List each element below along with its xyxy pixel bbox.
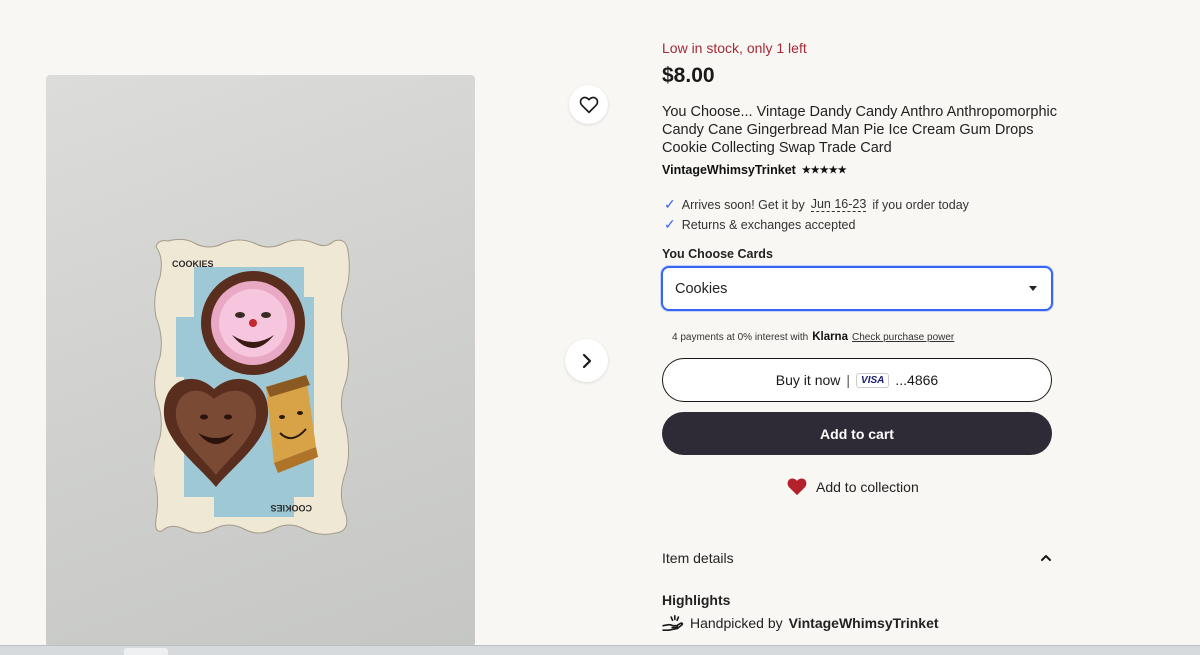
klarna-row: 4 payments at 0% interest with Klarna Ch… <box>672 331 954 343</box>
add-to-collection-button[interactable]: Add to collection <box>786 477 919 496</box>
klarna-check-link[interactable]: Check purchase power <box>852 332 954 343</box>
add-to-cart-label: Add to cart <box>820 425 894 442</box>
buy-now-button[interactable]: Buy it now | VISA ...4866 <box>662 358 1052 402</box>
variant-selected-value: Cookies <box>675 280 728 297</box>
arrival-prefix: Arrives soon! Get it by <box>681 197 805 212</box>
trade-card-photo: COOKIES COOKIES <box>154 238 350 535</box>
returns-text: Returns & exchanges accepted <box>681 217 856 232</box>
arrival-row: ✓ Arrives soon! Get it by Jun 16-23 if y… <box>664 196 969 213</box>
bottom-bar <box>0 645 1200 655</box>
visa-card-icon: VISA <box>856 372 890 388</box>
item-details-title: Item details <box>662 550 734 566</box>
bottom-tab[interactable] <box>124 648 168 655</box>
handpicked-row: Handpicked by VintageWhimsyTrinket <box>662 614 939 632</box>
caret-down-icon <box>1029 286 1037 291</box>
handpicked-seller[interactable]: VintageWhimsyTrinket <box>789 615 939 631</box>
item-details-toggle[interactable]: Item details <box>662 550 1052 566</box>
card-label-top: COOKIES <box>172 259 214 269</box>
next-image-button[interactable] <box>565 339 608 382</box>
stock-status: Low in stock, only 1 left <box>662 40 807 56</box>
klarna-logo: Klarna <box>812 331 848 343</box>
arrival-dates[interactable]: Jun 16-23 <box>810 197 867 212</box>
add-to-collection-label: Add to collection <box>816 478 919 495</box>
chevron-right-icon <box>582 353 591 368</box>
arrival-suffix: if you order today <box>872 197 969 212</box>
variant-label: You Choose Cards <box>662 247 773 261</box>
handpicked-prefix: Handpicked by <box>690 615 783 631</box>
price: $8.00 <box>662 64 715 87</box>
card-label-bottom: COOKIES <box>270 503 312 513</box>
buy-now-separator: | <box>846 372 851 388</box>
returns-row: ✓ Returns & exchanges accepted <box>664 216 855 233</box>
seller-name-link[interactable]: VintageWhimsyTrinket <box>662 163 796 177</box>
seller-row: VintageWhimsyTrinket ★★★★★ <box>662 163 847 177</box>
rating-stars[interactable]: ★★★★★ <box>802 165 847 176</box>
variant-select[interactable]: Cookies <box>661 266 1053 311</box>
add-to-cart-button[interactable]: Add to cart <box>662 412 1052 455</box>
highlights-title: Highlights <box>662 592 731 608</box>
klarna-prefix: 4 payments at 0% interest with <box>672 331 809 343</box>
check-icon: ✓ <box>664 216 676 232</box>
product-image[interactable]: COOKIES COOKIES <box>46 75 475 647</box>
chevron-up-icon <box>1041 555 1051 561</box>
handpicked-hand-icon <box>662 614 684 632</box>
buy-now-label: Buy it now <box>775 372 841 388</box>
heart-outline-icon <box>579 96 598 113</box>
heart-filled-icon <box>787 478 807 496</box>
card-last-digits: ...4866 <box>895 372 939 388</box>
check-icon: ✓ <box>664 196 676 212</box>
product-title: You Choose... Vintage Dandy Candy Anthro… <box>662 104 1057 156</box>
watch-heart-button[interactable] <box>569 85 608 124</box>
